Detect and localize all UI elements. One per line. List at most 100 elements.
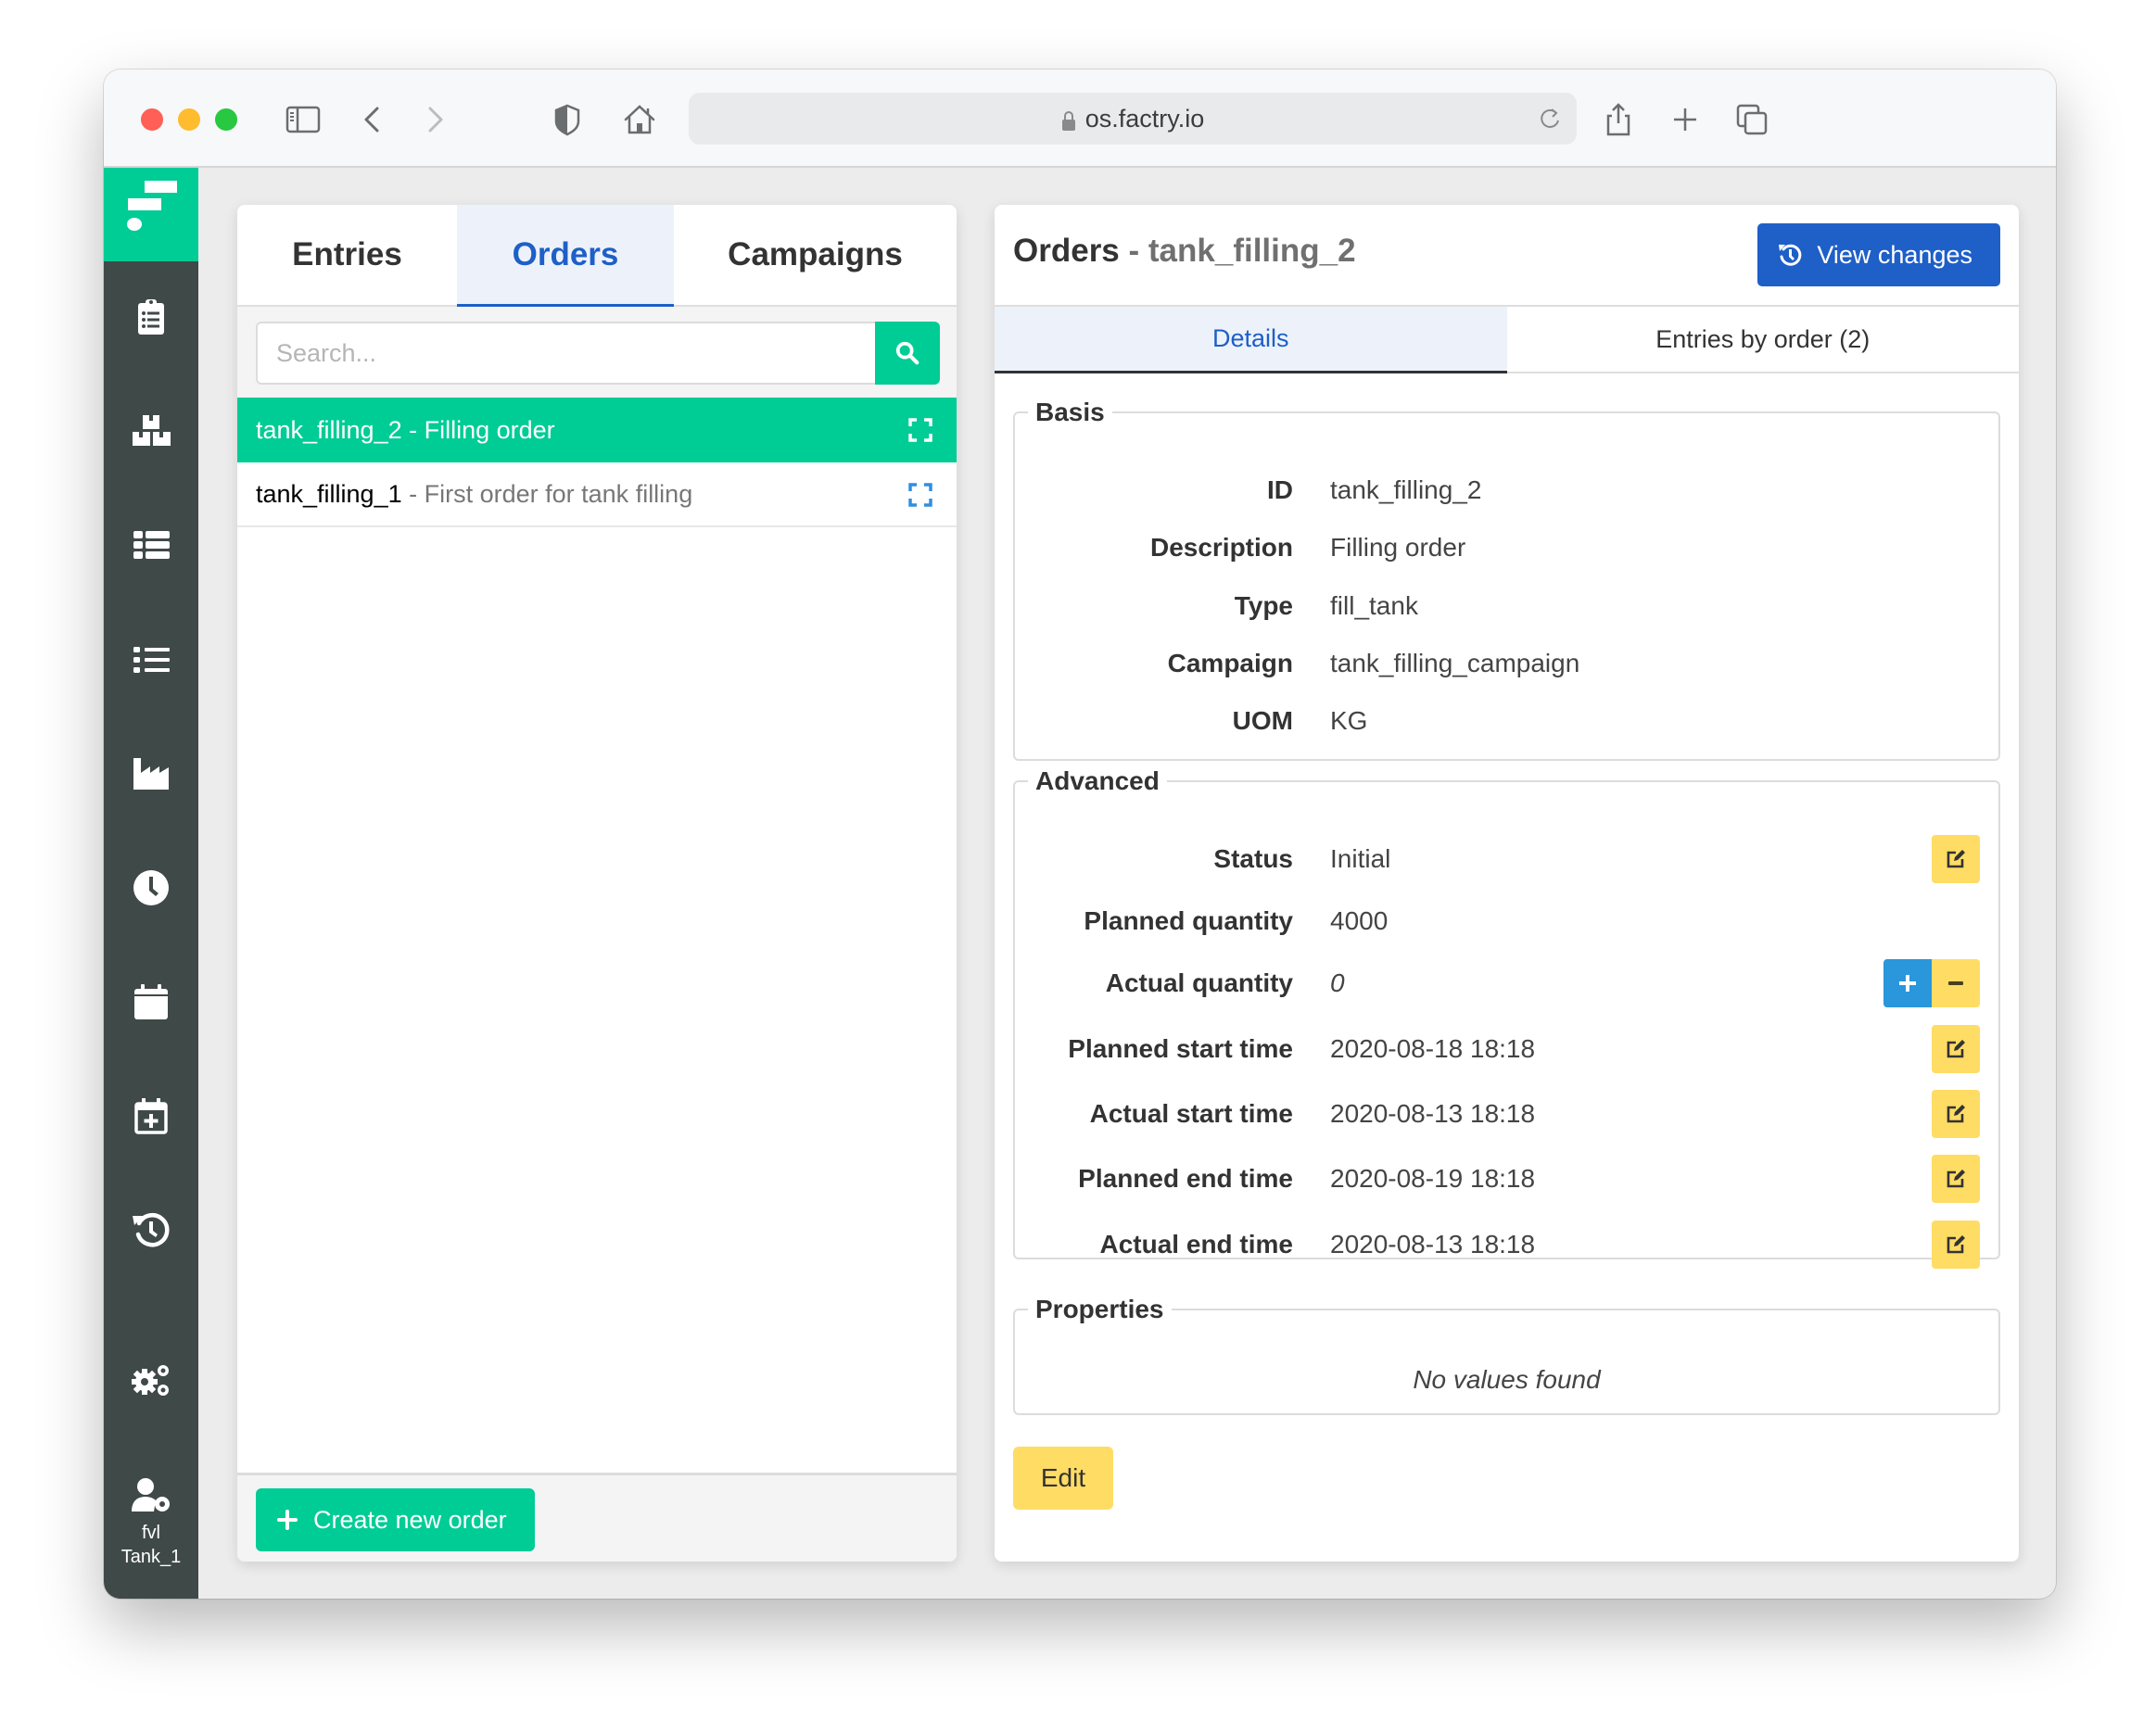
field-value: tank_filling_campaign [1330, 649, 1580, 677]
expand-icon[interactable] [908, 483, 932, 507]
left-tabs: Entries Orders Campaigns [237, 205, 957, 307]
cogs-icon[interactable] [130, 1359, 172, 1401]
field-row-planned-end-time: Planned end time 2020-08-19 18:18 [1015, 1155, 1998, 1203]
sidebar-toggle-icon[interactable] [285, 101, 322, 138]
search-button[interactable] [875, 322, 940, 385]
tab-details[interactable]: Details [995, 307, 1507, 373]
clock-icon[interactable] [130, 866, 172, 909]
detail-header: Orders - tank_filling_2 View changes [995, 205, 2019, 307]
url-text: os.factry.io [1084, 104, 1205, 133]
order-id: tank_filling_1 [256, 479, 402, 508]
field-value: 2020-08-13 18:18 [1330, 1230, 1536, 1259]
edit-actual-end-time-button[interactable] [1932, 1221, 1980, 1269]
search-input[interactable] [256, 322, 877, 385]
decrement-quantity-button[interactable] [1932, 959, 1980, 1007]
reload-icon[interactable] [1538, 106, 1564, 132]
calendar-icon[interactable] [130, 980, 172, 1023]
field-row-planned-start-time: Planned start time 2020-08-18 18:18 [1015, 1025, 1998, 1073]
title-section: Orders [1013, 233, 1120, 269]
order-separator: - [401, 415, 425, 444]
field-value: 4000 [1330, 906, 1389, 935]
orders-list-panel: Entries Orders Campaigns tank_filling_2 … [237, 205, 957, 1562]
tab-entries[interactable]: Entries [237, 205, 457, 305]
tab-entries-by-order[interactable]: Entries by order (2) [1507, 307, 2020, 372]
edit-planned-start-time-button[interactable] [1932, 1025, 1980, 1073]
tabs-overview-icon[interactable] [1733, 101, 1770, 138]
minimize-window-button[interactable] [178, 108, 200, 131]
app-sidebar: fvl Tank_1 [104, 168, 198, 1599]
field-label: ID [1267, 475, 1293, 504]
field-row-actual-end-time: Actual end time 2020-08-13 18:18 [1015, 1221, 1998, 1269]
user-site: Tank_1 [120, 1547, 182, 1567]
field-row-type: Type fill_tank [1015, 583, 1998, 629]
advanced-legend: Advanced [1035, 766, 1160, 795]
field-row-uom: UOM KG [1015, 698, 1998, 744]
create-new-order-button[interactable]: Create new order [256, 1488, 535, 1551]
back-icon[interactable] [354, 101, 391, 138]
detail-tabs: Details Entries by order (2) [995, 307, 2019, 373]
edit-icon [1947, 1040, 1965, 1058]
browser-window: os.factry.io fvl Tank_1 Entries Orders C… [104, 70, 2056, 1599]
boxes-icon[interactable] [130, 410, 172, 452]
maximize-window-button[interactable] [215, 108, 237, 131]
new-tab-icon[interactable] [1667, 101, 1704, 138]
table-list-icon[interactable] [130, 524, 172, 566]
share-icon[interactable] [1600, 101, 1637, 138]
factry-logo[interactable] [104, 168, 198, 261]
order-id: tank_filling_2 [256, 415, 402, 444]
home-icon[interactable] [621, 101, 658, 138]
view-changes-button[interactable]: View changes [1757, 223, 2000, 286]
clipboard-list-icon[interactable] [130, 296, 172, 338]
field-value: 2020-08-13 18:18 [1330, 1099, 1536, 1128]
calendar-plus-icon[interactable] [130, 1094, 172, 1137]
basis-section: Basis ID tank_filling_2 Description Fill… [1013, 398, 2000, 761]
field-label: Description [1149, 533, 1293, 562]
increment-quantity-button[interactable] [1883, 959, 1932, 1007]
properties-legend: Properties [1035, 1295, 1164, 1323]
field-value: tank_filling_2 [1330, 475, 1482, 504]
edit-actual-start-time-button[interactable] [1932, 1090, 1980, 1138]
expand-icon[interactable] [908, 418, 932, 442]
field-label: Actual quantity [1105, 968, 1293, 997]
field-value: Initial [1330, 844, 1391, 873]
edit-status-button[interactable] [1932, 835, 1980, 883]
field-value: fill_tank [1330, 591, 1418, 620]
order-description: Filling order [424, 415, 555, 444]
title-order-id: tank_filling_2 [1148, 233, 1356, 269]
order-list-item[interactable]: tank_filling_1 - First order for tank fi… [237, 462, 957, 527]
tab-orders[interactable]: Orders [457, 205, 674, 307]
properties-section: Properties No values found [1013, 1295, 2000, 1415]
field-label: Type [1234, 591, 1293, 620]
page-title: Orders - tank_filling_2 [1013, 233, 1356, 270]
field-row-description: Description Filling order [1015, 525, 1998, 571]
field-label: Campaign [1167, 649, 1293, 677]
field-value: 2020-08-18 18:18 [1330, 1034, 1536, 1063]
tab-campaigns[interactable]: Campaigns [674, 205, 957, 305]
close-window-button[interactable] [141, 108, 163, 131]
field-label: Planned end time [1078, 1164, 1293, 1193]
field-value: 2020-08-19 18:18 [1330, 1164, 1536, 1193]
order-description: First order for tank filling [424, 479, 693, 508]
search-icon [895, 341, 919, 365]
list-icon[interactable] [130, 639, 172, 681]
field-row-status: Status Initial [1015, 835, 1998, 883]
user-cog-icon[interactable] [130, 1474, 172, 1517]
title-separator: - [1119, 233, 1148, 269]
industry-icon[interactable] [130, 753, 172, 795]
left-footer: Create new order [237, 1473, 957, 1562]
edit-planned-end-time-button[interactable] [1932, 1155, 1980, 1203]
order-list-item[interactable]: tank_filling_2 - Filling order [237, 398, 957, 462]
field-value: KG [1330, 706, 1368, 735]
field-label: Planned start time [1068, 1034, 1293, 1063]
order-detail-panel: Orders - tank_filling_2 View changes Det… [995, 205, 2019, 1562]
edit-icon [1947, 1235, 1965, 1254]
edit-icon [1947, 1170, 1965, 1188]
history-icon[interactable] [130, 1208, 172, 1251]
edit-icon [1947, 1105, 1965, 1123]
field-label: Planned quantity [1084, 906, 1293, 935]
shield-icon[interactable] [549, 101, 586, 138]
field-row-actual-quantity: Actual quantity 0 [1015, 959, 1998, 1007]
edit-button[interactable]: Edit [1013, 1447, 1113, 1510]
forward-icon[interactable] [416, 101, 453, 138]
address-bar[interactable]: os.factry.io [689, 93, 1577, 145]
